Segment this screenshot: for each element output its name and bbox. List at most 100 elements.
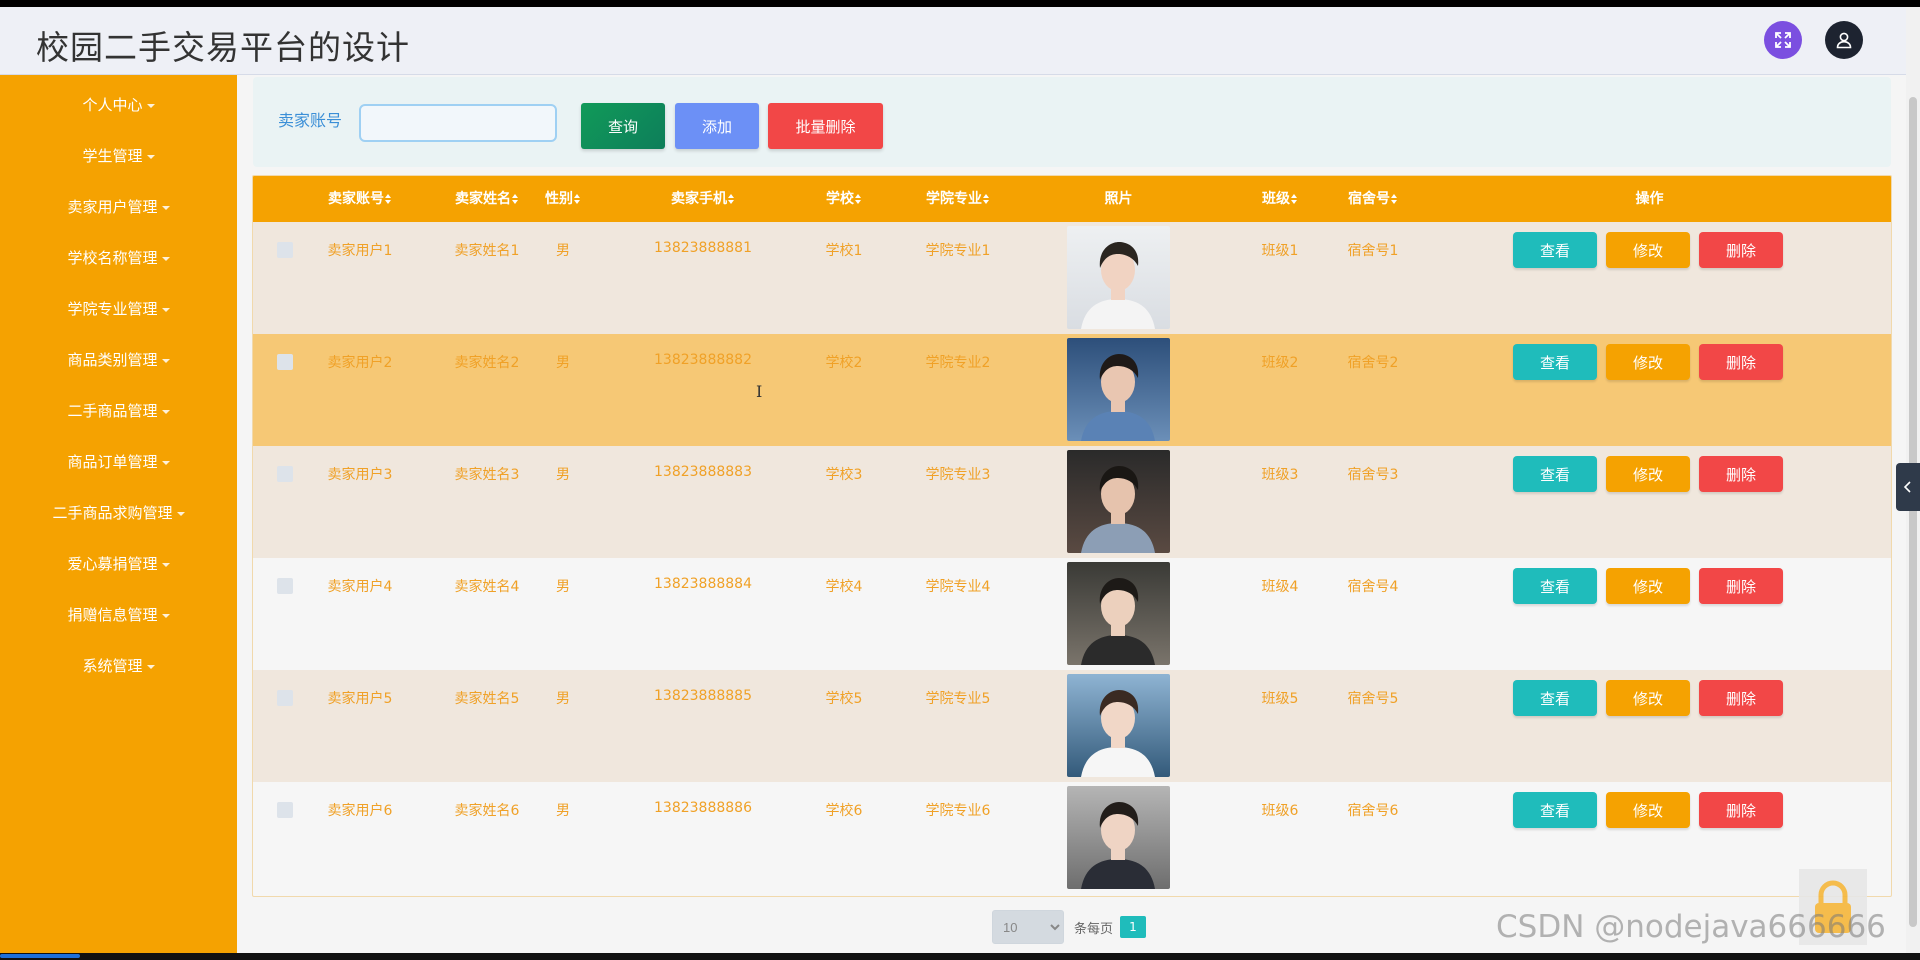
caret-down-icon [176, 511, 185, 516]
edit-button[interactable]: 修改 [1606, 568, 1690, 604]
cell-phone: 13823888882 [654, 352, 752, 368]
select-all-checkbox[interactable] [253, 176, 269, 192]
sort-icon[interactable] [385, 194, 392, 204]
row-checkbox[interactable] [277, 802, 293, 818]
delete-button[interactable]: 删除 [1699, 680, 1783, 716]
column-header[interactable]: 卖家账号 [321, 176, 399, 222]
cell-name: 卖家姓名5 [454, 691, 520, 707]
view-button[interactable]: 查看 [1513, 568, 1597, 604]
edit-button[interactable]: 修改 [1606, 680, 1690, 716]
cell-major: 学院专业1 [925, 243, 991, 259]
sort-icon[interactable] [983, 194, 990, 204]
column-header[interactable]: 班级 [1256, 176, 1304, 222]
cell-school: 学校2 [825, 355, 863, 371]
table-row: 卖家用户2 卖家姓名2 男 13823888882 学校2 学院专业2 班级2 宿舍号2 查看修… [253, 334, 1891, 446]
column-header-label: 卖家姓名 [455, 191, 511, 207]
cell-name: 卖家姓名4 [454, 579, 520, 595]
caret-down-icon [161, 307, 170, 312]
sidebar-item[interactable]: 爱心募捐管理 [0, 549, 237, 579]
row-checkbox[interactable] [277, 354, 293, 370]
row-checkbox[interactable] [277, 578, 293, 594]
edit-button[interactable]: 修改 [1606, 792, 1690, 828]
table-row: 卖家用户4 卖家姓名4 男 13823888884 学校4 学院专业4 班级4 宿舍号4 查看修… [253, 558, 1891, 670]
sort-icon[interactable] [512, 194, 519, 204]
sidebar-item[interactable]: 商品订单管理 [0, 447, 237, 477]
seller-photo-image [1067, 338, 1170, 441]
sort-icon[interactable] [574, 194, 581, 204]
delete-button[interactable]: 删除 [1699, 456, 1783, 492]
scrollbar-thumb[interactable] [1909, 97, 1917, 927]
view-button[interactable]: 查看 [1513, 792, 1597, 828]
page-number-current[interactable]: 1 [1120, 916, 1146, 938]
cell-major: 学院专业4 [925, 579, 991, 595]
row-checkbox[interactable] [277, 242, 293, 258]
column-header[interactable]: 卖家姓名 [448, 176, 526, 222]
sort-icon[interactable] [1391, 194, 1398, 204]
delete-button[interactable]: 删除 [1699, 792, 1783, 828]
view-button[interactable]: 查看 [1513, 680, 1597, 716]
delete-button[interactable]: 删除 [1699, 568, 1783, 604]
caret-down-icon [161, 409, 170, 414]
bulk-delete-button[interactable]: 批量删除 [768, 103, 883, 149]
seller-photo-image [1067, 562, 1170, 665]
column-header-label: 操作 [1635, 191, 1664, 207]
caret-down-icon [161, 562, 170, 567]
sidebar-item-label: 爱心募捐管理 [67, 555, 158, 573]
user-menu-button[interactable] [1825, 21, 1863, 59]
edit-button[interactable]: 修改 [1606, 456, 1690, 492]
sidebar-item[interactable]: 二手商品管理 [0, 396, 237, 426]
sidebar-item[interactable]: 学校名称管理 [0, 243, 237, 273]
sidebar-item[interactable]: 卖家用户管理 [0, 192, 237, 222]
sidebar-item[interactable]: 学生管理 [0, 141, 237, 171]
sidebar-item-label: 商品类别管理 [67, 351, 158, 369]
page-size-select[interactable]: 10 [992, 910, 1064, 944]
sidebar-item[interactable]: 个人中心 [0, 90, 237, 120]
sidebar-item[interactable]: 商品类别管理 [0, 345, 237, 375]
column-header[interactable]: 卖家手机 [633, 176, 773, 222]
column-header[interactable]: 学院专业 [915, 176, 1001, 222]
add-button[interactable]: 添加 [675, 103, 759, 149]
sidebar-item[interactable]: 学院专业管理 [0, 294, 237, 324]
cell-gender: 男 [556, 355, 570, 371]
row-checkbox[interactable] [277, 690, 293, 706]
cell-gender: 男 [556, 579, 570, 595]
side-panel-toggle[interactable] [1896, 463, 1920, 511]
column-header[interactable]: 学校 [820, 176, 868, 222]
watermark: CSDN @nodejava666666 [1496, 909, 1886, 945]
row-checkbox[interactable] [277, 466, 293, 482]
cell-school: 学校3 [825, 467, 863, 483]
seller-photo [1067, 338, 1170, 441]
cell-phone: 13823888885 [654, 688, 752, 704]
column-header-label: 班级 [1262, 191, 1290, 207]
edit-button[interactable]: 修改 [1606, 344, 1690, 380]
seller-account-input[interactable] [359, 104, 557, 142]
column-header[interactable]: 性别 [540, 176, 586, 222]
view-button[interactable]: 查看 [1513, 344, 1597, 380]
sort-icon[interactable] [728, 194, 735, 204]
cell-account: 卖家用户5 [327, 691, 393, 707]
sidebar-item[interactable]: 捐赠信息管理 [0, 600, 237, 630]
cell-phone: 13823888884 [654, 576, 752, 592]
fullscreen-button[interactable] [1764, 21, 1802, 59]
cell-gender: 男 [556, 803, 570, 819]
caret-down-icon [161, 256, 170, 261]
seller-photo-image [1067, 226, 1170, 329]
cell-class: 班级4 [1261, 579, 1299, 595]
view-button[interactable]: 查看 [1513, 456, 1597, 492]
seller-table: 卖家账号 卖家姓名 性别 卖家手机 学校 学院专业 照片 班级 宿舍号 操作 卖家用户1 卖家姓名1… [252, 175, 1892, 897]
per-page-label: 条每页 [1074, 922, 1114, 937]
cell-dorm: 宿舍号3 [1347, 467, 1399, 483]
column-header[interactable]: 宿舍号 [1333, 176, 1413, 222]
cell-gender: 男 [556, 691, 570, 707]
sidebar-item[interactable]: 系统管理 [0, 651, 237, 681]
text-cursor-icon: I [756, 382, 763, 401]
sidebar-item[interactable]: 二手商品求购管理 [0, 498, 237, 528]
sort-icon[interactable] [1291, 194, 1298, 204]
sort-icon[interactable] [855, 194, 862, 204]
edit-button[interactable]: 修改 [1606, 232, 1690, 268]
delete-button[interactable]: 删除 [1699, 232, 1783, 268]
view-button[interactable]: 查看 [1513, 232, 1597, 268]
delete-button[interactable]: 删除 [1699, 344, 1783, 380]
query-button[interactable]: 查询 [581, 103, 665, 149]
seller-photo [1067, 786, 1170, 889]
